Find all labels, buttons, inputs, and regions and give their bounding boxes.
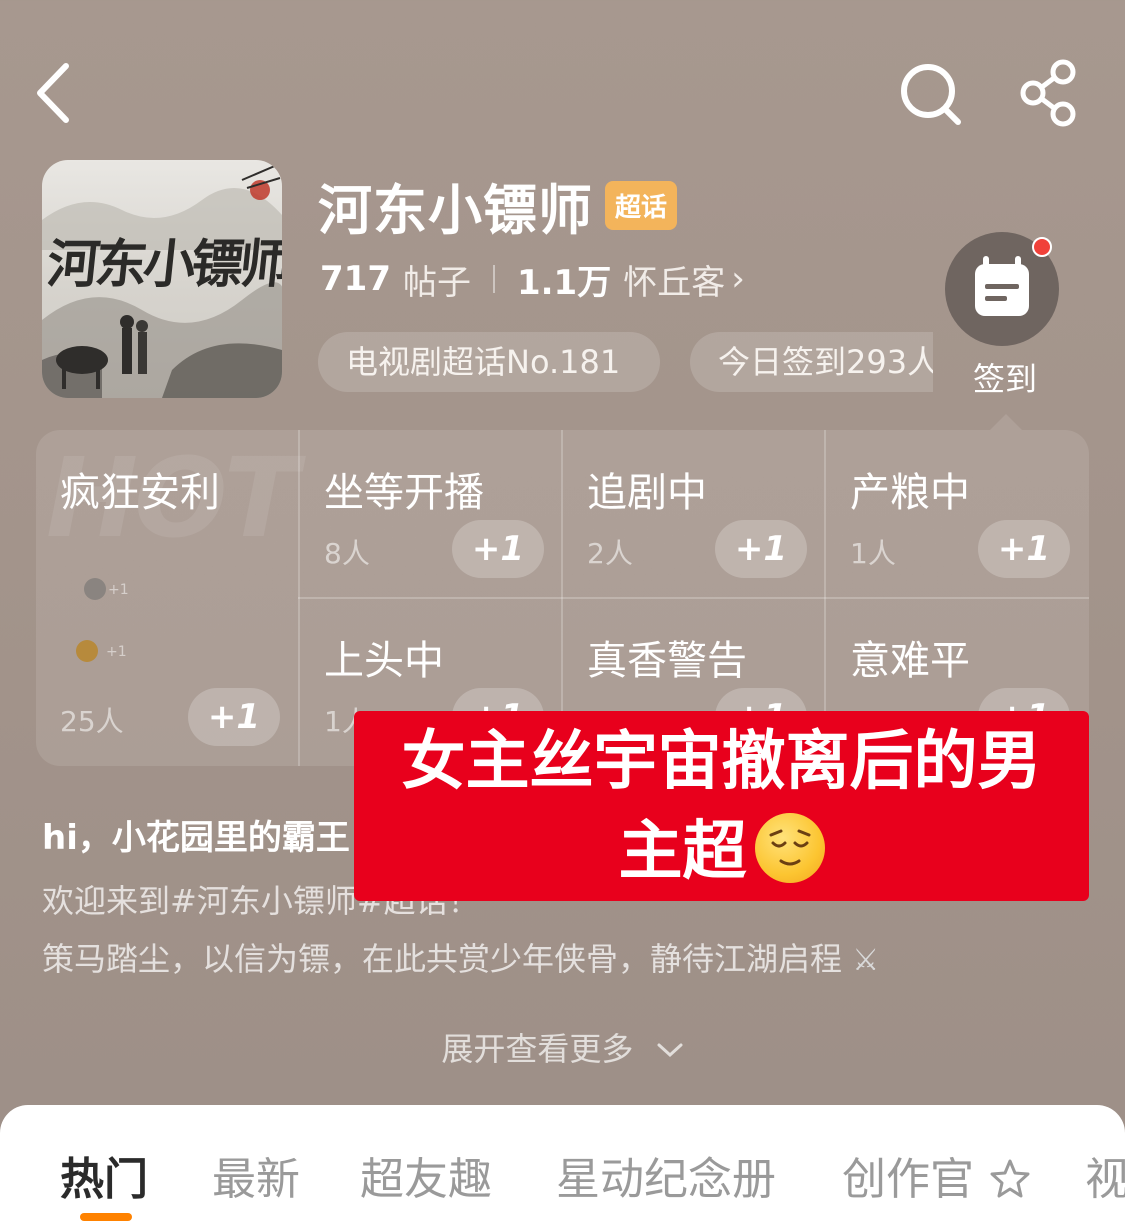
- members-count: 1.1万: [516, 262, 612, 303]
- topic-stats[interactable]: 717 帖子 1.1万 怀丘客 ›: [320, 252, 745, 306]
- search-icon: [901, 64, 961, 125]
- relieved-face-icon: [754, 813, 825, 883]
- plus-one-button[interactable]: +1: [715, 520, 807, 578]
- checkin-label: 签到: [972, 360, 1037, 398]
- share-icon: [1020, 59, 1076, 127]
- grid-divider: [298, 597, 1089, 599]
- caption-line: 女主丝宇宙撤离后的男: [401, 725, 1042, 799]
- avatar: [84, 578, 106, 600]
- chevron-left-icon: [37, 63, 69, 123]
- topic-title-row: 河东小镖师 超话: [318, 170, 678, 242]
- tab-creator-label: 创作官: [842, 1154, 974, 1205]
- greeting-text: hi，小花园里的霸王: [42, 818, 350, 858]
- super-topic-badge: 超话: [605, 180, 678, 230]
- mood-cell-title: 坐等开播: [324, 470, 484, 516]
- mood-cell-count: 2人: [587, 537, 633, 570]
- caption-line-2: 主超: [354, 807, 1089, 897]
- cover-title-text: 河东小镖师: [44, 234, 282, 295]
- expand-more-button[interactable]: 展开查看更多: [0, 1024, 1125, 1070]
- mini-plus-label: +1: [106, 644, 127, 660]
- topic-title: 河东小镖师: [318, 178, 593, 242]
- plus-one-button[interactable]: +1: [978, 520, 1070, 578]
- tab-fun[interactable]: 超友趣: [360, 1143, 492, 1207]
- plus-one-button[interactable]: +1: [188, 688, 280, 746]
- mini-plus-label: +1: [108, 582, 129, 598]
- caption-text: 主超: [618, 815, 747, 889]
- crossed-swords-icon: ⚔: [852, 943, 880, 978]
- star-icon: [988, 1158, 1032, 1209]
- expand-label: 展开查看更多: [441, 1030, 634, 1068]
- mood-cell-title: 真香警告: [587, 638, 747, 684]
- tab-creator[interactable]: 创作官: [842, 1143, 1032, 1209]
- mood-cell-title: 产粮中: [850, 470, 970, 516]
- description-text: 策马踏尘，以信为镖，在此共赏少年侠骨，静待江湖启程: [42, 940, 843, 978]
- topic-cover-image[interactable]: 河东小镖师: [42, 160, 282, 398]
- rank-chip[interactable]: 电视剧超话No.181: [318, 332, 660, 392]
- chevron-right-icon: ›: [731, 259, 745, 299]
- tab-hot[interactable]: 热门: [60, 1143, 148, 1207]
- mood-cell-title: 追剧中: [587, 470, 707, 516]
- hot-cell-title: 疯狂安利: [60, 470, 220, 516]
- panel-pointer: [990, 414, 1022, 430]
- posts-count: 717: [320, 259, 391, 299]
- active-tab-indicator: [80, 1213, 132, 1221]
- caption-overlay: 女主丝宇宙撤离后的男 主超: [354, 711, 1089, 901]
- search-button[interactable]: [898, 58, 964, 128]
- mood-cell-title: 意难平: [850, 638, 970, 684]
- tab-video[interactable]: 视: [1085, 1143, 1125, 1207]
- posts-label: 帖子: [402, 262, 471, 303]
- avatar: [76, 640, 98, 662]
- chevron-down-icon: [656, 1030, 684, 1068]
- mood-cell-count: 1人: [850, 537, 896, 570]
- share-button[interactable]: [1015, 58, 1085, 128]
- plus-one-button[interactable]: +1: [452, 520, 544, 578]
- description-line: 策马踏尘，以信为镖，在此共赏少年侠骨，静待江湖启程 ⚔: [42, 934, 879, 980]
- notification-dot: [1032, 237, 1052, 257]
- tab-memorial-album[interactable]: 星动纪念册: [556, 1143, 776, 1207]
- back-button[interactable]: [30, 58, 80, 128]
- tab-bar: 热门 最新 超友趣 星动纪念册 创作官 视: [0, 1105, 1125, 1230]
- checkin-count-chip[interactable]: 今日签到293人: [690, 332, 933, 392]
- tab-latest[interactable]: 最新: [212, 1143, 300, 1207]
- stats-divider: [492, 265, 495, 293]
- members-label: 怀丘客: [623, 262, 726, 303]
- hot-cell-count: 25人: [60, 705, 124, 738]
- mood-cell-title: 上头中: [324, 638, 444, 684]
- mood-cell-count: 8人: [324, 537, 370, 570]
